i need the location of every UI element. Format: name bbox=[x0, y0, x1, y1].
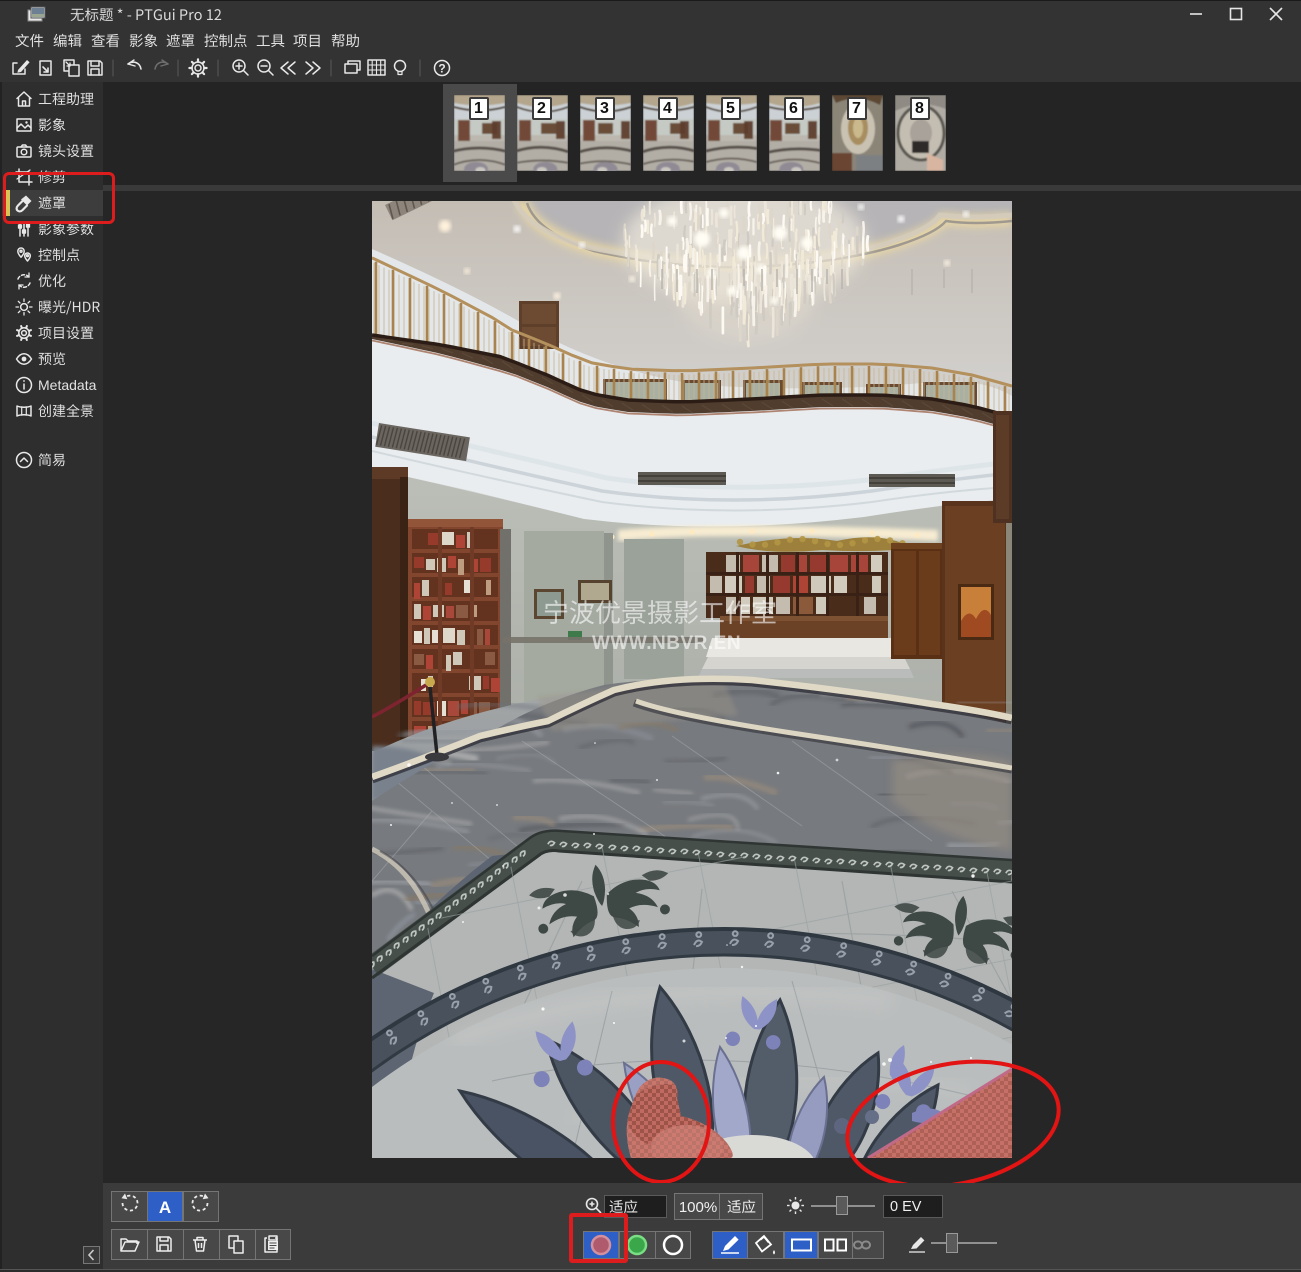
svg-text:?: ? bbox=[438, 62, 445, 76]
svg-text:A: A bbox=[159, 1198, 171, 1217]
